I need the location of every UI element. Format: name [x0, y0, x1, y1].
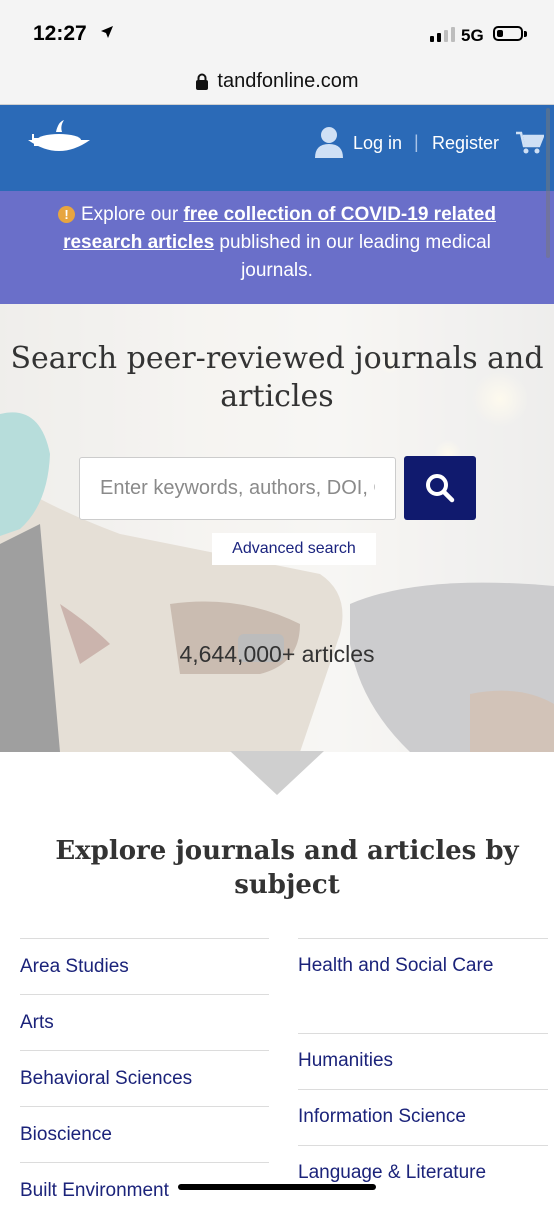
status-bar: 12:27 5G — [0, 0, 554, 58]
scrollbar[interactable] — [546, 108, 550, 258]
subject-link[interactable]: Bioscience — [20, 1106, 269, 1162]
signal-icon — [430, 27, 455, 42]
login-link[interactable]: Log in — [353, 133, 402, 154]
subject-link[interactable]: Humanities — [298, 1033, 548, 1089]
battery-icon — [493, 26, 523, 41]
subject-link[interactable]: Language & Literature — [298, 1145, 548, 1201]
subject-link[interactable]: Built Environment — [20, 1162, 269, 1218]
search-button[interactable] — [404, 456, 476, 520]
subject-link[interactable]: Area Studies — [20, 938, 269, 994]
article-count: 4,644,000+ articles — [179, 641, 375, 667]
search-input[interactable] — [79, 457, 396, 520]
subjects-title: Explore journals and articles by subject — [55, 836, 519, 900]
cart-icon[interactable] — [516, 131, 544, 155]
hero-title: Search peer-reviewed journals and articl… — [10, 341, 544, 414]
location-arrow-icon — [101, 26, 113, 38]
header-separator: | — [414, 132, 419, 152]
section-pointer — [230, 751, 324, 795]
network-type: 5G — [461, 26, 484, 45]
subjects-right-column: Health and Social Care Humanities Inform… — [298, 938, 548, 1201]
advanced-search-link[interactable]: Advanced search — [212, 533, 376, 565]
taylor-francis-logo-icon[interactable] — [26, 118, 92, 160]
covid-banner: ! Explore our free collection of COVID-19… — [0, 191, 554, 304]
warning-icon: ! — [58, 206, 75, 223]
lock-icon — [196, 73, 209, 90]
register-link[interactable]: Register — [432, 133, 499, 154]
subject-link[interactable]: Arts — [20, 994, 269, 1050]
subject-link[interactable]: Health and Social Care — [298, 938, 548, 1033]
user-icon[interactable] — [314, 126, 344, 158]
banner-text-before: Explore our — [81, 204, 184, 225]
subject-link[interactable]: Behavioral Sciences — [20, 1050, 269, 1106]
url-text: tandfonline.com — [217, 69, 359, 92]
home-indicator[interactable] — [178, 1184, 376, 1190]
status-time: 12:27 — [33, 22, 87, 45]
banner-text-after: published in our leading medical journal… — [214, 232, 491, 281]
url-bar[interactable]: tandfonline.com — [0, 58, 554, 105]
subjects-left-column: Area Studies Arts Behavioral Sciences Bi… — [20, 938, 269, 1218]
search-icon — [426, 474, 455, 503]
subject-link[interactable]: Information Science — [298, 1089, 548, 1145]
battery-cap — [524, 31, 527, 37]
